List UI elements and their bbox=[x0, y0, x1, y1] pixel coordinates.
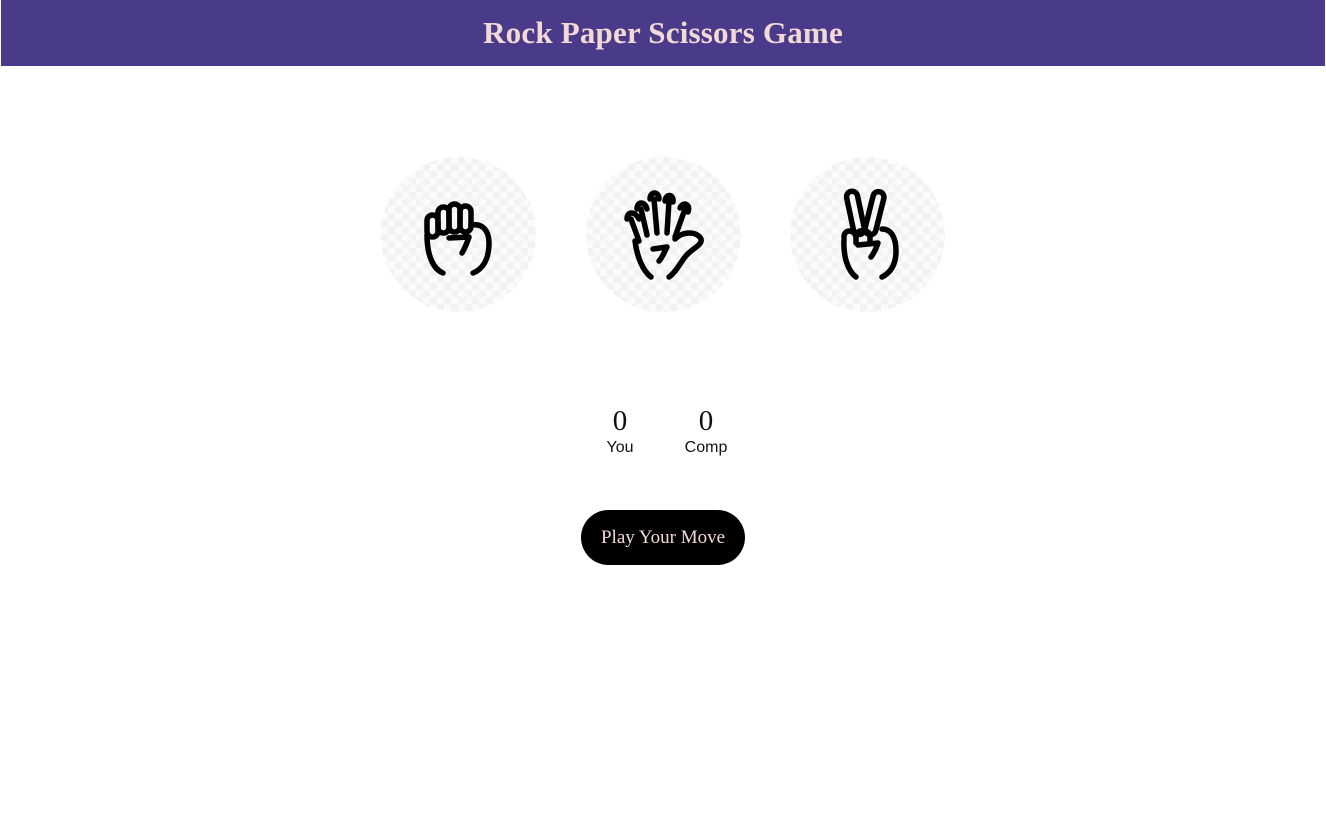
scissors-choice-button[interactable] bbox=[790, 157, 945, 312]
page-title: Rock Paper Scissors Game bbox=[483, 15, 843, 50]
comp-score-label: Comp bbox=[684, 439, 728, 456]
rock-fist-icon bbox=[423, 200, 492, 276]
app-header: Rock Paper Scissors Game bbox=[1, 0, 1325, 66]
paper-open-hand-icon bbox=[624, 189, 704, 280]
rock-choice-button[interactable] bbox=[381, 157, 536, 312]
comp-score-panel: 0 Comp bbox=[676, 404, 736, 458]
scoreboard: 0 You 0 Comp bbox=[590, 404, 736, 458]
user-score-label: You bbox=[606, 439, 634, 456]
paper-choice-button[interactable] bbox=[585, 157, 741, 312]
user-score-panel: 0 You bbox=[590, 404, 650, 458]
choices-container bbox=[381, 157, 945, 312]
play-your-move-button[interactable]: Play Your Move bbox=[581, 510, 745, 565]
play-your-move-label: Play Your Move bbox=[600, 526, 726, 548]
comp-score: 0 bbox=[698, 405, 714, 437]
scissors-victory-hand-icon bbox=[840, 188, 899, 280]
user-score: 0 bbox=[612, 405, 628, 437]
